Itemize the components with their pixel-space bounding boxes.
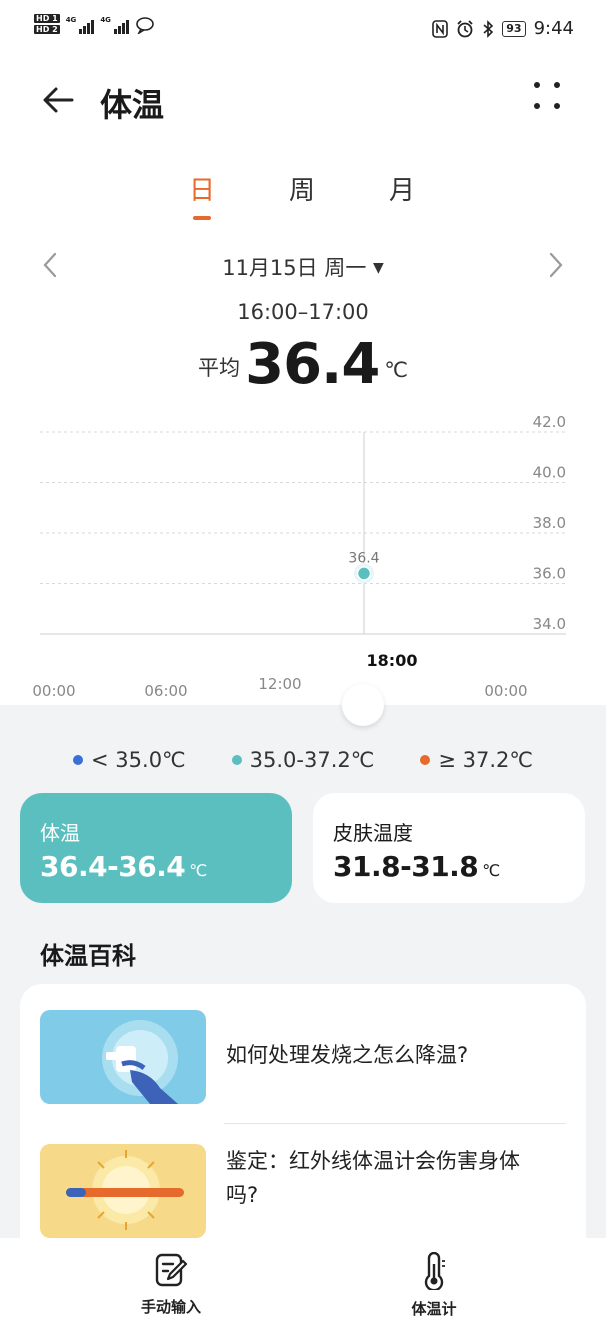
back-arrow-icon[interactable] <box>38 80 78 120</box>
skin-temp-card[interactable]: 皮肤温度 31.8-31.8 ℃ <box>313 793 585 903</box>
status-left: HD 1 HD 2 4G 4G <box>34 14 155 36</box>
y-tick-label: 38.0 <box>533 514 566 532</box>
hd-icon: HD 1 HD 2 <box>34 14 60 34</box>
status-bar: HD 1 HD 2 4G 4G 93 9:44 <box>0 0 606 62</box>
legend-dot-low <box>73 755 84 765</box>
app-header: 体温 <box>0 70 606 130</box>
next-day-chevron-icon[interactable] <box>540 250 570 280</box>
alarm-icon <box>457 19 473 37</box>
average-reading: 平均 36.4 ℃ <box>0 332 606 397</box>
signal-icon-2: 4G <box>100 16 129 34</box>
infrared-thermometer-illustration <box>40 1144 206 1238</box>
fever-thermometer-illustration <box>40 1010 206 1104</box>
tab-month[interactable]: 月 <box>372 170 432 207</box>
bottom-navbar: 手动输入 体温计 <box>0 1238 606 1332</box>
legend-item-low: < 35.0℃ <box>73 748 186 772</box>
manual-input-label: 手动输入 <box>140 1298 201 1316</box>
nfc-icon <box>432 19 449 38</box>
body-temp-title: 体温 <box>40 821 80 845</box>
date-selector[interactable]: 11月15日 周一 ▼ <box>0 252 606 282</box>
avg-label: 平均 <box>198 356 241 380</box>
avg-unit: ℃ <box>384 358 408 382</box>
legend-item-high: ≥ 37.2℃ <box>420 748 533 772</box>
date-text: 11月15日 周一 <box>222 256 367 280</box>
avg-value: 36.4 <box>245 332 380 397</box>
tab-day[interactable]: 日 <box>172 170 232 220</box>
chart-drag-handle[interactable] <box>342 684 384 726</box>
data-label: 36.4 <box>348 550 379 566</box>
time-range: 16:00–17:00 <box>237 300 369 324</box>
chat-icon <box>136 17 154 34</box>
body-temp-card[interactable]: 体温 36.4-36.4 ℃ <box>20 793 292 903</box>
dropdown-triangle-icon: ▼ <box>373 260 384 276</box>
data-point[interactable] <box>356 566 372 581</box>
clock: 9:44 <box>533 18 574 39</box>
signal-icon: 4G <box>66 16 95 34</box>
edit-note-icon <box>155 1253 188 1287</box>
x-tick-label: 00:00 <box>32 682 75 700</box>
thermometer-button[interactable]: 体温计 <box>374 1252 494 1319</box>
y-tick-label: 34.0 <box>533 615 566 633</box>
skin-temp-title: 皮肤温度 <box>333 821 413 845</box>
article-item[interactable]: 如何处理发烧之怎么降温? <box>40 1010 566 1104</box>
body-temp-value: 36.4-36.4 ℃ <box>40 850 207 883</box>
page-title: 体温 <box>100 86 165 124</box>
article-item[interactable]: 鉴定：红外线体温计会伤害身体 吗? <box>40 1144 566 1238</box>
article-thumbnail <box>40 1144 206 1238</box>
article-thumbnail <box>40 1010 206 1104</box>
y-tick-label: 40.0 <box>533 464 566 482</box>
skin-temp-value: 31.8-31.8 ℃ <box>333 850 500 883</box>
date-navigation: 11月15日 周一 ▼ <box>0 248 606 284</box>
battery-icon: 93 <box>502 20 526 37</box>
bluetooth-icon <box>483 19 494 38</box>
y-tick-label: 42.0 <box>533 413 566 431</box>
status-right: 93 9:44 <box>432 18 574 39</box>
divider <box>224 1123 566 1124</box>
legend-dot-high <box>420 755 431 765</box>
x-tick-label: 00:00 <box>484 682 527 700</box>
temperature-chart[interactable]: 42.0 40.0 38.0 36.0 34.0 36.4 00:00 06:00 12:00 1… <box>0 408 606 708</box>
period-tabs: 日 周 月 <box>0 170 606 220</box>
thermometer-icon <box>424 1252 445 1290</box>
encyclopedia-title: 体温百科 <box>40 942 136 970</box>
tab-week[interactable]: 周 <box>272 170 332 207</box>
color-legend: < 35.0℃ 35.0-37.2℃ ≥ 37.2℃ <box>0 748 606 772</box>
legend-dot-normal <box>231 755 242 765</box>
x-tick-label: 06:00 <box>144 682 187 700</box>
selected-time-label: 18:00 <box>367 651 418 670</box>
article-title: 鉴定：红外线体温计会伤害身体 吗? <box>226 1149 520 1207</box>
y-tick-label: 36.0 <box>533 565 566 583</box>
manual-input-button[interactable]: 手动输入 <box>111 1252 231 1317</box>
article-list: 如何处理发烧之怎么降温? 鉴定：红外线体温计会伤害身体 吗? <box>20 984 586 1246</box>
legend-item-normal: 35.0-37.2℃ <box>231 748 374 772</box>
more-options-icon[interactable] <box>534 82 564 112</box>
article-title: 如何处理发烧之怎么降温? <box>226 1043 469 1067</box>
thermometer-label: 体温计 <box>411 1300 457 1318</box>
x-tick-label: 12:00 <box>258 675 301 693</box>
